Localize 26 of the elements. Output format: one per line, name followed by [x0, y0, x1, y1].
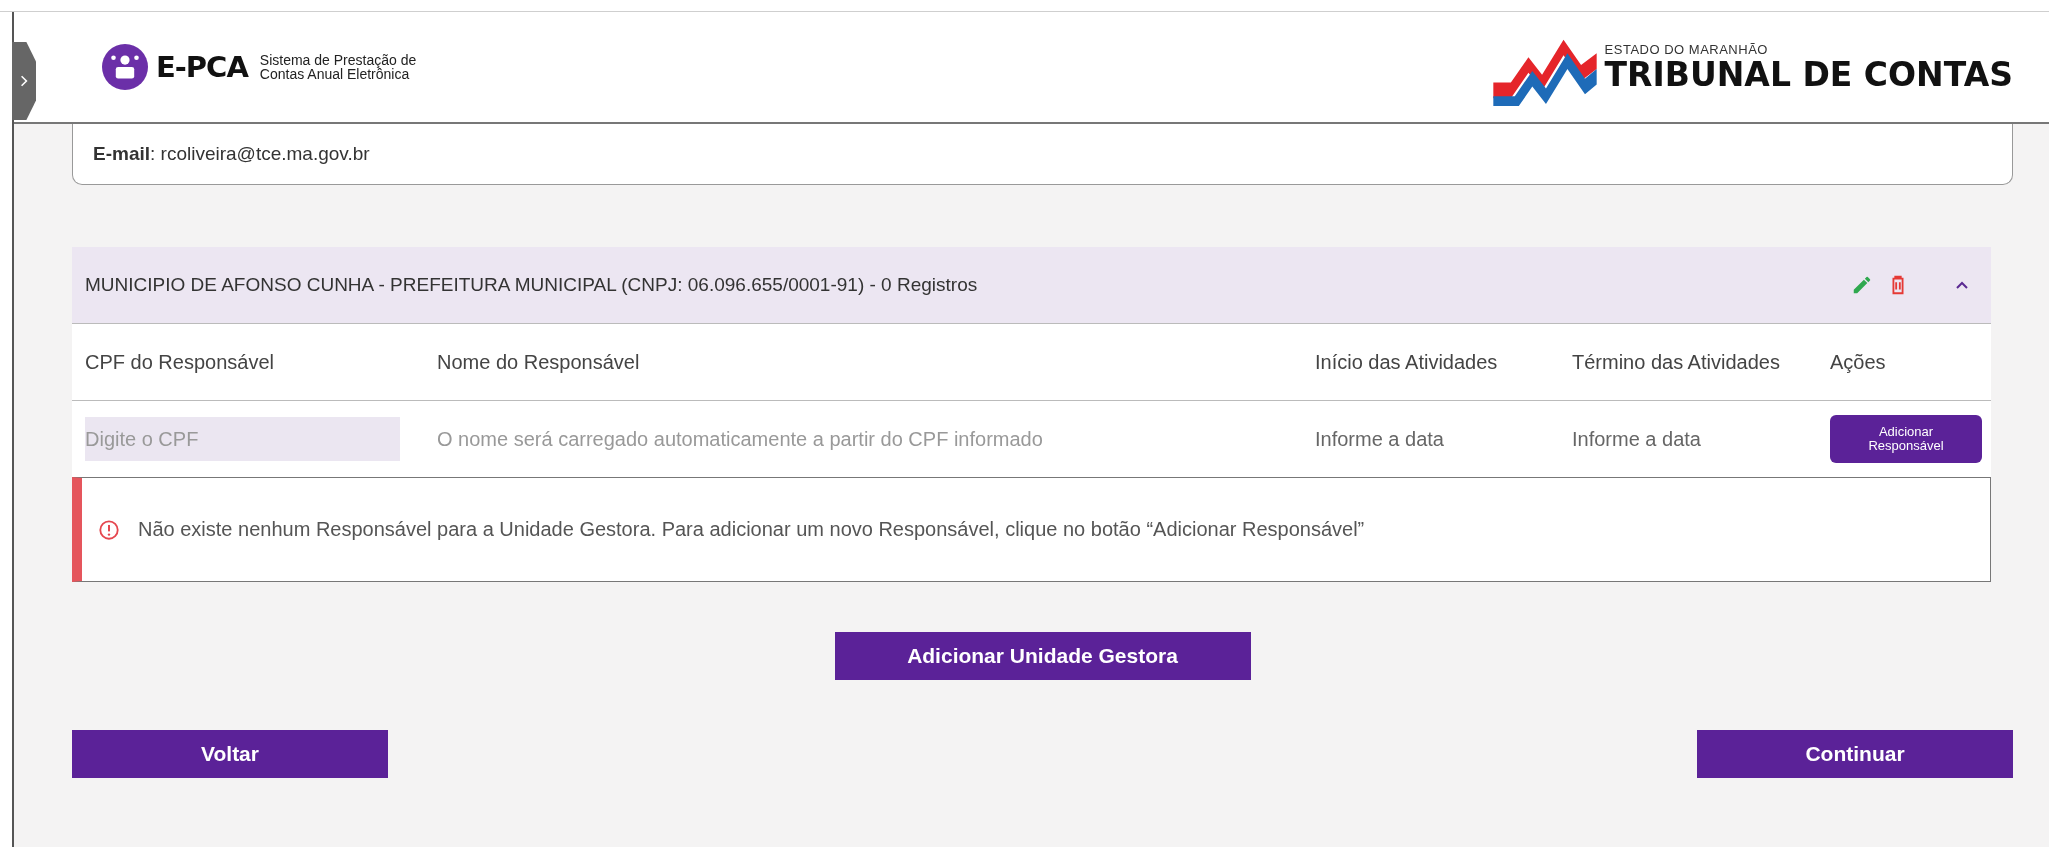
continue-button[interactable]: Continuar — [1697, 730, 2013, 778]
column-header: CPF do Responsável — [85, 350, 275, 374]
cpf-field[interactable]: Digite o CPF — [85, 417, 400, 461]
error-icon — [98, 518, 120, 541]
back-button[interactable]: Voltar — [72, 730, 388, 778]
column-header: Término das Atividades — [1572, 350, 1781, 374]
column-header: Início das Atividades — [1315, 350, 1499, 374]
sidebar-toggle[interactable] — [12, 42, 36, 120]
add-responsible-button[interactable]: Adicionar Responsável — [1830, 415, 1982, 463]
column-header: Ações — [1830, 350, 1887, 374]
logo-name: E-PCA — [156, 50, 248, 84]
collapse-icon[interactable] — [1955, 280, 1969, 290]
add-unit-button[interactable]: Adicionar Unidade Gestora — [834, 632, 1251, 680]
end-date-field[interactable]: Informe a data — [1572, 427, 1818, 451]
name-field[interactable]: O nome será carregado automaticamente a partir do CPF informado — [437, 427, 1272, 451]
section-title: MUNICIPIO DE AFONSO CUNHA - PREFEITURA MUNICIPAL (CNPJ: 06.096.655/0001-91) - 0 Registros — [85, 274, 978, 296]
column-header: Nome do Responsável — [437, 350, 641, 374]
email-text: E-mail: rcoliveira@tce.ma.gov.br — [93, 143, 370, 165]
logo-subtitle: Sistema de Prestação de — [259, 53, 417, 67]
start-date-field[interactable]: Informe a data — [1315, 427, 1560, 451]
org-name: TRIBUNAL DE CONTAS — [1604, 56, 2013, 93]
chevron-right-icon — [20, 74, 28, 88]
org-subtitle: ESTADO DO MARANHÃO — [1604, 41, 1769, 57]
alert-message: Não existe nenhum Responsável para a Unidade Gestora. Para adicionar um novo Responsável, clique no botão “Adicionar Responsável” — [138, 518, 1365, 541]
logo-subtitle: Contas Anual Eletrônica — [259, 67, 411, 81]
logo-icon — [102, 44, 148, 90]
